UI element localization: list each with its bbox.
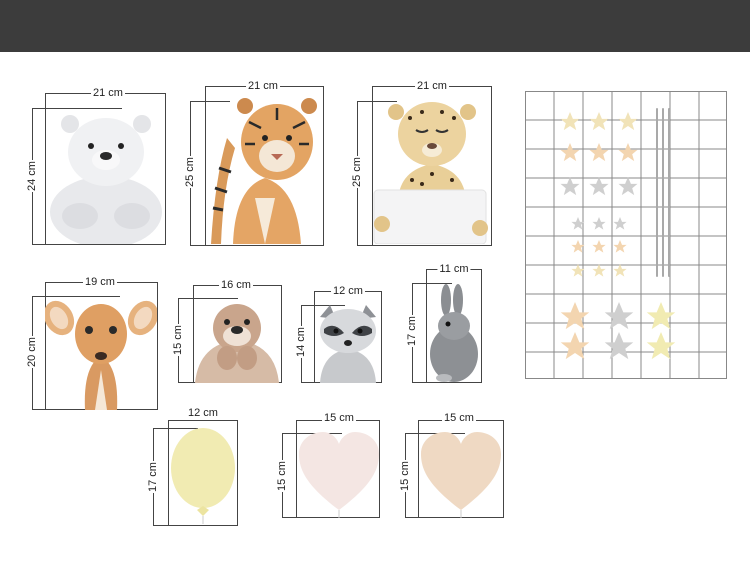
bunny-width-label: 11 cm: [437, 263, 471, 275]
otter-height-label: 15 cm: [172, 324, 184, 356]
tiger-height-label: 25 cm: [184, 156, 196, 188]
deer-illustration: [45, 300, 157, 410]
tiger-width-label: 21 cm: [246, 80, 280, 92]
polar-bear-width-label: 21 cm: [91, 87, 125, 99]
bunny-height-label: 17 cm: [406, 315, 418, 347]
balloon-illustration: [171, 428, 235, 524]
deer-height-label: 20 cm: [26, 336, 38, 368]
balloon-width-label: 12 cm: [186, 407, 220, 419]
polar-bear-height-label: 24 cm: [26, 160, 38, 192]
cheetah-height-label: 25 cm: [351, 156, 363, 188]
top-bar: [0, 0, 750, 52]
deer-width-label: 19 cm: [83, 276, 117, 288]
star-sheet-grid: [525, 91, 727, 379]
heart-pink-height-label: 15 cm: [276, 460, 288, 492]
star-sticker-sheet[interactable]: [525, 91, 727, 379]
tiger-illustration: [211, 98, 317, 244]
heart-peach-height-label: 15 cm: [399, 460, 411, 492]
otter-width-label: 16 cm: [219, 279, 253, 291]
otter-illustration: [195, 304, 279, 383]
raccoon-illustration: [320, 305, 376, 383]
bunny-illustration: [430, 284, 478, 382]
balloon-height-label: 17 cm: [147, 461, 159, 493]
raccoon-height-label: 14 cm: [295, 326, 307, 358]
cheetah-width-label: 21 cm: [415, 80, 449, 92]
heart-pink-illustration: [299, 432, 379, 518]
heart-peach-width-label: 15 cm: [442, 412, 476, 424]
raccoon-width-label: 12 cm: [331, 285, 365, 297]
heart-peach-illustration: [421, 432, 501, 518]
polar-bear-illustration: [50, 115, 162, 244]
cheetah-illustration: [373, 102, 488, 244]
heart-pink-width-label: 15 cm: [322, 412, 356, 424]
